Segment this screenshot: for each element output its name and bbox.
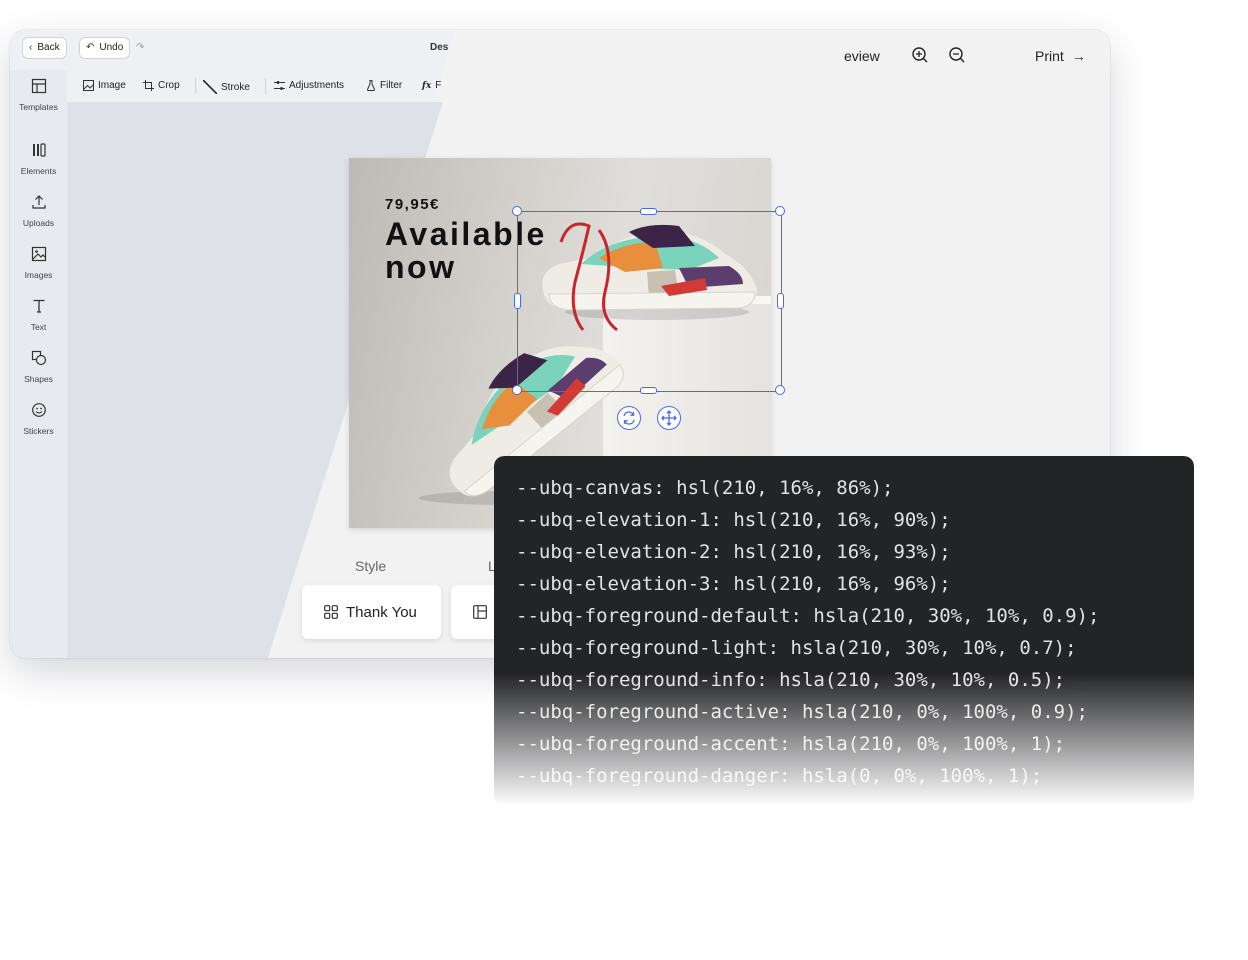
toolbar-item-label: F xyxy=(435,80,442,91)
stroke-icon xyxy=(203,80,217,94)
code-line: --ubq-foreground-accent: hsla(210, 0%, 1… xyxy=(516,733,1066,755)
style-card-thank-you[interactable]: Thank You xyxy=(302,585,441,639)
resize-handle-left[interactable] xyxy=(514,293,521,309)
rotate-button[interactable] xyxy=(617,406,641,430)
sidebar-item-shapes[interactable]: Shapes xyxy=(10,350,67,387)
code-line: --ubq-foreground-light: hsla(210, 30%, 1… xyxy=(516,637,1077,659)
back-label: Back xyxy=(37,42,60,53)
rotate-icon xyxy=(623,411,635,425)
print-button[interactable]: Print → xyxy=(1035,48,1086,64)
sidebar-item-label: Images xyxy=(24,270,53,280)
resize-handle-top-left[interactable] xyxy=(512,206,522,216)
toolbar-crop-button[interactable]: Crop xyxy=(143,80,180,91)
css-variables-panel: --ubq-canvas: hsl(210, 16%, 86%); --ubq-… xyxy=(494,456,1194,806)
shapes-icon xyxy=(31,350,46,366)
sidebar-item-label: Stickers xyxy=(23,426,54,436)
sidebar-item-label: Templates xyxy=(19,102,58,112)
code-line: --ubq-elevation-1: hsl(210, 16%, 90%); xyxy=(516,509,951,531)
move-button[interactable] xyxy=(657,406,681,430)
sticker-icon xyxy=(31,403,46,417)
image-icon xyxy=(83,80,94,91)
print-label: Print xyxy=(1035,48,1064,64)
code-line: --ubq-foreground-default: hsla(210, 30%,… xyxy=(516,605,1100,627)
upload-icon xyxy=(31,195,46,209)
crop-icon xyxy=(143,80,154,91)
toolbar-item-label: Filter xyxy=(380,80,403,91)
document-title[interactable]: Des xyxy=(430,42,448,53)
resize-handle-top-right[interactable] xyxy=(775,206,785,216)
sidebar-item-label: Uploads xyxy=(22,218,55,228)
adjustments-icon xyxy=(274,81,285,90)
back-button[interactable]: ‹ Back xyxy=(23,38,66,58)
toolbar-adjustments-button[interactable]: Adjustments xyxy=(274,80,344,91)
sidebar-item-elements[interactable]: Elements xyxy=(10,142,67,179)
toolbar-divider xyxy=(265,78,266,94)
toolbar-filter-button[interactable]: Filter xyxy=(366,80,402,91)
toolbar: Image Crop Stroke Adjustments Filter fx … xyxy=(67,70,1110,102)
undo-button[interactable]: ↶ Undo xyxy=(80,38,130,58)
move-icon xyxy=(661,410,677,426)
sidebar-item-uploads[interactable]: Uploads xyxy=(10,194,67,231)
undo-label: Undo xyxy=(99,42,124,53)
templates-icon xyxy=(31,78,46,94)
redo-button[interactable]: ↷ xyxy=(136,42,144,53)
top-bar: ‹ Back ↶ Undo ↷ Des eview Print → xyxy=(10,30,1110,70)
toolbar-stroke-button[interactable]: Stroke xyxy=(203,80,250,94)
code-line: --ubq-elevation-2: hsl(210, 16%, 93%); xyxy=(516,541,951,563)
sidebar-item-templates[interactable]: Templates xyxy=(10,78,67,115)
resize-handle-top[interactable] xyxy=(640,208,657,215)
toolbar-image-button[interactable]: Image xyxy=(83,80,126,91)
toolbar-item-label: Stroke xyxy=(221,81,250,93)
preview-button[interactable]: eview xyxy=(844,48,880,64)
toolbar-divider xyxy=(195,78,196,94)
code-line: --ubq-foreground-info: hsla(210, 30%, 10… xyxy=(516,669,1066,691)
arrow-right-icon: → xyxy=(1071,48,1086,64)
image-icon xyxy=(31,246,46,262)
sidebar-item-images[interactable]: Images xyxy=(10,246,67,283)
zoom-out-icon[interactable] xyxy=(948,46,966,64)
toolbar-item-label: Adjustments xyxy=(289,80,345,91)
sidebar-item-text[interactable]: Text xyxy=(10,298,67,335)
sidebar-item-label: Shapes xyxy=(24,374,53,384)
style-card-label: Thank You xyxy=(346,603,417,621)
chevron-left-icon: ‹ xyxy=(29,42,33,53)
fx-icon: fx xyxy=(422,80,432,91)
selection-box[interactable] xyxy=(517,211,782,392)
toolbar-item-label: Crop xyxy=(158,80,180,91)
style-section-label: Style xyxy=(355,558,387,574)
toolbar-effects-button[interactable]: fx F xyxy=(422,80,441,91)
resize-handle-right[interactable] xyxy=(777,293,784,309)
zoom-in-icon[interactable] xyxy=(911,46,929,64)
toolbar-item-label: Image xyxy=(98,80,126,91)
undo-icon: ↶ xyxy=(86,42,95,53)
code-lines: --ubq-canvas: hsl(210, 16%, 86%); --ubq-… xyxy=(516,472,1099,792)
code-line: --ubq-foreground-danger: hsla(0, 0%, 100… xyxy=(516,765,1043,787)
resize-handle-bottom[interactable] xyxy=(640,387,657,394)
layout-icon xyxy=(473,605,487,619)
resize-handle-bottom-right[interactable] xyxy=(775,385,785,395)
code-line: --ubq-foreground-active: hsla(210, 0%, 1… xyxy=(516,701,1088,723)
sidebar-item-label: Text xyxy=(30,322,47,332)
sidebar-item-stickers[interactable]: Stickers xyxy=(10,402,67,439)
code-line: --ubq-elevation-3: hsl(210, 16%, 96%); xyxy=(516,573,951,595)
sidebar-item-label: Elements xyxy=(20,166,57,176)
text-icon xyxy=(33,299,44,313)
resize-handle-bottom-left[interactable] xyxy=(512,385,522,395)
grid-icon xyxy=(324,605,338,619)
sidebar: Templates Elements Uploads Images Text S… xyxy=(10,70,67,658)
price-text[interactable]: 79,95€ xyxy=(385,196,440,213)
elements-icon xyxy=(32,143,46,157)
filter-icon xyxy=(366,80,376,91)
code-line: --ubq-canvas: hsl(210, 16%, 86%); xyxy=(516,477,894,499)
